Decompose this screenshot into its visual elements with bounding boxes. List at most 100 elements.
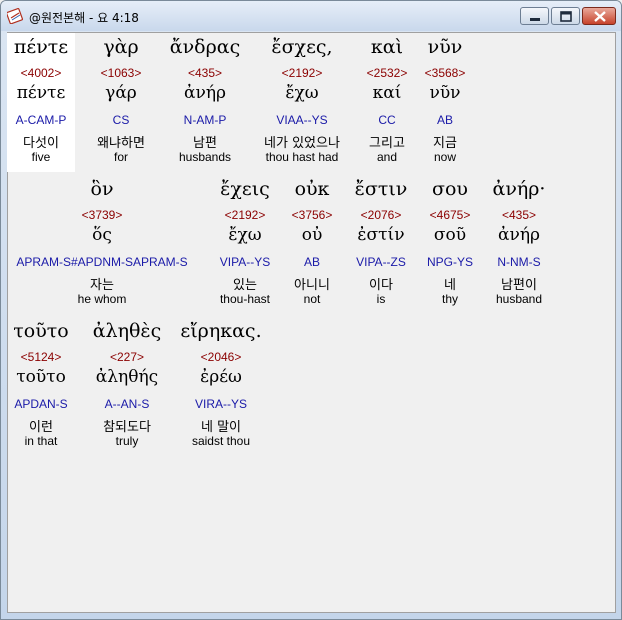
lemma: οὐ	[301, 225, 323, 245]
morphology-code[interactable]: CS	[81, 113, 161, 127]
lemma: ἐστίν	[357, 225, 405, 245]
minimize-button[interactable]	[520, 7, 549, 25]
korean-gloss: 남편이	[501, 278, 537, 293]
greek-word: εἴρηκας.	[180, 320, 262, 342]
greek-word: καὶ	[370, 36, 404, 58]
lemma: καί	[372, 83, 402, 103]
interlinear-word[interactable]: οὐκ <3756> οὐ AB 아니니 not	[284, 175, 340, 314]
korean-gloss: 왜냐하면	[97, 136, 145, 151]
interlinear-view[interactable]: πέντε <4002> πέντε A-CAM-P 다섯이 five γὰρ …	[7, 32, 616, 613]
english-gloss: husbands	[178, 150, 232, 164]
korean-gloss: 자는	[90, 278, 114, 293]
strong-number[interactable]: <2532>	[357, 66, 417, 80]
interlinear-word[interactable]: καὶ <2532> καί CC 그리고 and	[357, 33, 417, 172]
window-title: @원전본해 - 요 4:18	[29, 11, 139, 25]
korean-gloss: 남편	[193, 136, 217, 151]
lemma: ἀνήρ	[184, 83, 226, 103]
lemma: ἔχω	[285, 83, 319, 103]
close-button[interactable]	[582, 7, 616, 25]
greek-word: ὃν	[90, 178, 114, 200]
strong-number[interactable]: <435>	[163, 66, 247, 80]
english-gloss: five	[31, 150, 51, 164]
lemma: πέντε	[16, 83, 66, 103]
greek-word: ἀνήρ·	[492, 178, 546, 200]
english-gloss: thy	[441, 292, 458, 306]
greek-word: ἄνδρας	[169, 36, 241, 58]
morphology-code[interactable]: VIRA--YS	[174, 397, 268, 411]
interlinear-word[interactable]: ἔσχες, <2192> ἔχω VIAA--YS 네가 있었으나 thou …	[252, 33, 352, 172]
korean-gloss: 참되도다	[103, 420, 151, 435]
greek-word: τοῦτο	[13, 320, 69, 342]
strong-number[interactable]: <3568>	[417, 66, 473, 80]
morphology-code[interactable]: A-CAM-P	[7, 113, 75, 127]
window-bottom-border	[7, 613, 616, 617]
interlinear-word[interactable]: ὃν <3739> ὅς APRAM-S#APDNM-SAPRAM-S 자는 h…	[6, 175, 198, 314]
korean-gloss: 다섯이	[23, 136, 59, 151]
strong-number[interactable]: <1063>	[81, 66, 161, 80]
strong-number[interactable]: <2046>	[174, 350, 268, 364]
strong-number[interactable]: <227>	[86, 350, 168, 364]
strong-number[interactable]: <3739>	[6, 208, 198, 222]
morphology-code[interactable]: AB	[284, 255, 340, 269]
greek-word: νῦν	[427, 36, 463, 58]
korean-gloss: 네가 있었으나	[264, 136, 340, 151]
english-gloss: in that	[24, 434, 58, 448]
interlinear-word[interactable]: σου <4675> σοῦ NPG-YS 네 thy	[420, 175, 480, 314]
korean-gloss: 그리고	[369, 136, 405, 151]
korean-gloss: 있는	[233, 278, 257, 293]
english-gloss: now	[433, 150, 456, 164]
morphology-code[interactable]: CC	[357, 113, 417, 127]
morphology-code[interactable]: VIAA--YS	[252, 113, 352, 127]
morphology-code[interactable]: A--AN-S	[86, 397, 168, 411]
interlinear-word[interactable]: ἀληθὲς <227> ἀληθής A--AN-S 참되도다 truly	[86, 317, 168, 456]
greek-word: γὰρ	[103, 36, 139, 58]
interlinear-word[interactable]: νῦν <3568> νῦν AB 지금 now	[417, 33, 473, 172]
english-gloss: saidst thou	[191, 434, 251, 448]
morphology-code[interactable]: VIPA--ZS	[342, 255, 420, 269]
strong-number[interactable]: <2192>	[252, 66, 352, 80]
korean-gloss: 이다	[369, 278, 393, 293]
morphology-code[interactable]: NPG-YS	[420, 255, 480, 269]
lemma: τοῦτο	[16, 367, 66, 387]
morphology-code[interactable]: APDAN-S	[7, 397, 75, 411]
interlinear-word[interactable]: ἔχεις <2192> ἔχω VIPA--YS 있는 thou-hast	[206, 175, 284, 314]
strong-number[interactable]: <435>	[482, 208, 556, 222]
interlinear-word[interactable]: εἴρηκας. <2046> ἐρέω VIRA--YS 네 말이 saids…	[174, 317, 268, 456]
interlinear-word[interactable]: γὰρ <1063> γάρ CS 왜냐하면 for	[81, 33, 161, 172]
interlinear-word[interactable]: ἄνδρας <435> ἀνήρ N-AM-P 남편 husbands	[163, 33, 247, 172]
english-gloss: is	[376, 292, 386, 306]
interlinear-word[interactable]: ἔστιν <2076> ἐστίν VIPA--ZS 이다 is	[342, 175, 420, 314]
strong-number[interactable]: <5124>	[7, 350, 75, 364]
bible-app-icon[interactable]	[6, 7, 24, 25]
greek-word: οὐκ	[294, 178, 330, 200]
app-window: @원전본해 - 요 4:18 πέντε <4002> πέντε A-CAM-…	[0, 0, 622, 620]
english-gloss: he whom	[77, 292, 127, 306]
lemma: ἔχω	[228, 225, 262, 245]
strong-number[interactable]: <4002>	[7, 66, 75, 80]
greek-word: ἔσχες,	[271, 36, 333, 58]
english-gloss: not	[303, 292, 321, 306]
korean-gloss: 지금	[433, 136, 457, 151]
interlinear-word[interactable]: πέντε <4002> πέντε A-CAM-P 다섯이 five	[7, 33, 75, 172]
strong-number[interactable]: <2076>	[342, 208, 420, 222]
morphology-code[interactable]: N-AM-P	[163, 113, 247, 127]
morphology-code[interactable]: AB	[417, 113, 473, 127]
strong-number[interactable]: <4675>	[420, 208, 480, 222]
interlinear-word[interactable]: τοῦτο <5124> τοῦτο APDAN-S 이런 in that	[7, 317, 75, 456]
morphology-code[interactable]: APRAM-S#APDNM-SAPRAM-S	[6, 255, 198, 269]
morphology-code[interactable]: VIPA--YS	[206, 255, 284, 269]
lemma: γάρ	[105, 83, 137, 103]
title-bar[interactable]: @원전본해 - 요 4:18	[1, 1, 621, 31]
strong-number[interactable]: <3756>	[284, 208, 340, 222]
english-gloss: thou-hast	[219, 292, 271, 306]
strong-number[interactable]: <2192>	[206, 208, 284, 222]
english-gloss: and	[376, 150, 398, 164]
interlinear-word[interactable]: ἀνήρ· <435> ἀνήρ N-NM-S 남편이 husband	[482, 175, 556, 314]
korean-gloss: 네 말이	[200, 420, 241, 435]
lemma: σοῦ	[433, 225, 467, 245]
english-gloss: husband	[495, 292, 543, 306]
morphology-code[interactable]: N-NM-S	[482, 255, 556, 269]
lemma: ἐρέω	[200, 367, 242, 387]
maximize-button[interactable]	[551, 7, 580, 25]
greek-word: ἀληθὲς	[92, 320, 162, 342]
